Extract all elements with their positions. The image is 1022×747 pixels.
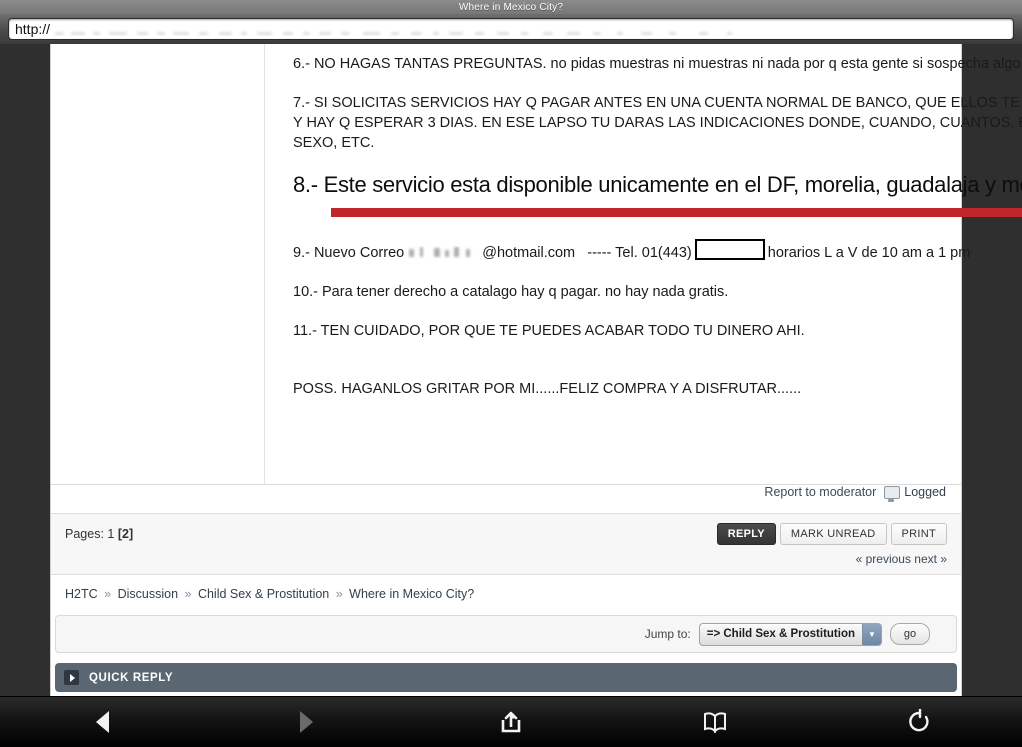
back-arrow-icon (95, 711, 109, 733)
contact-suffix: horarios L a V de 10 am a 1 pm (767, 245, 971, 261)
post-contact-line: 9.- Nuevo Correo @hotmail.com ----- Tel.… (293, 239, 1022, 263)
share-icon (501, 711, 521, 733)
poster-info-column (51, 44, 265, 484)
expand-triangle-icon[interactable] (64, 670, 79, 685)
print-button[interactable]: PRINT (890, 523, 947, 545)
previous-next-links[interactable]: « previous next » (856, 552, 947, 566)
reply-button[interactable]: REPLY (716, 523, 776, 545)
browser-title-bar: Where in Mexico City? (0, 0, 1022, 14)
bookmarks-button[interactable] (613, 697, 817, 747)
post-paragraph: 6.- NO HAGAS TANTAS PREGUNTAS. no pidas … (293, 56, 1022, 72)
post-closing-line: POSS. HAGANLOS GRITAR POR MI......FELIZ … (293, 381, 802, 397)
page-title: Where in Mexico City? (458, 1, 564, 13)
breadcrumb-item-home[interactable]: H2TC (65, 587, 98, 601)
chevron-down-icon[interactable]: ▼ (862, 623, 881, 645)
jump-to-select[interactable]: => Child Sex & Prostitution ▼ (698, 622, 882, 646)
logged-label: Logged (904, 485, 946, 499)
jump-to-label: Jump to: (644, 627, 691, 641)
pages-text: Pages: 1 (65, 527, 118, 541)
pages-label: Pages: 1 [2] (65, 523, 133, 541)
redacted-email-region (408, 246, 482, 259)
breadcrumb: H2TC » Discussion » Child Sex & Prostitu… (51, 575, 961, 615)
breadcrumb-separator: » (104, 587, 112, 601)
contact-prefix: 9.- Nuevo Correo (293, 245, 405, 261)
post-footer-row: Report to moderator Logged (51, 485, 961, 513)
forward-arrow-icon (300, 711, 314, 733)
browser-bottom-toolbar (0, 696, 1022, 747)
breadcrumb-separator: » (184, 587, 192, 601)
reload-button[interactable] (818, 697, 1022, 747)
jump-to-selected-value: => Child Sex & Prostitution (706, 628, 855, 640)
share-button[interactable] (409, 697, 613, 747)
monitor-icon (884, 485, 901, 502)
forum-page: 6.- NO HAGAS TANTAS PREGUNTAS. no pidas … (50, 44, 1022, 696)
breadcrumb-item-current: Where in Mexico City? (349, 587, 475, 601)
mark-unread-button[interactable]: MARK UNREAD (779, 523, 887, 545)
phone-prefix: Tel. 01(443) (615, 245, 692, 261)
browser-url-bar: http:// (0, 14, 1022, 44)
url-input[interactable]: http:// (8, 18, 1014, 40)
breadcrumb-item-board[interactable]: Child Sex & Prostitution (198, 587, 329, 601)
email-domain: @hotmail.com (482, 245, 576, 261)
report-to-moderator-link[interactable]: Report to moderator (764, 485, 876, 499)
separator-dashes: ----- (587, 245, 612, 261)
post-actions-column: REPLY MARK UNREAD PRINT « previous next … (716, 523, 947, 566)
back-button[interactable] (0, 697, 204, 747)
forum-post: 6.- NO HAGAS TANTAS PREGUNTAS. no pidas … (51, 44, 1022, 485)
pages-current[interactable]: [2] (118, 527, 133, 541)
post-action-buttons: REPLY MARK UNREAD PRINT (716, 523, 947, 545)
logged-indicator: Logged (884, 485, 946, 502)
page-viewport[interactable]: 6.- NO HAGAS TANTAS PREGUNTAS. no pidas … (0, 44, 1022, 696)
pagination-row: Pages: 1 [2] REPLY MARK UNREAD PRINT « p… (51, 513, 961, 575)
quick-reply-bar[interactable]: QUICK REPLY (55, 663, 957, 692)
forward-button[interactable] (204, 697, 408, 747)
bookmarks-icon (704, 712, 727, 733)
quick-reply-label: QUICK REPLY (89, 671, 174, 684)
go-button[interactable]: go (890, 623, 930, 645)
post-message-body: 6.- NO HAGAS TANTAS PREGUNTAS. no pidas … (265, 44, 1022, 484)
post-paragraph: 11.- TEN CUIDADO, POR QUE TE PUEDES ACAB… (293, 323, 805, 339)
red-underline-bar (331, 208, 1022, 217)
breadcrumb-separator: » (335, 587, 343, 601)
breadcrumb-item-discussion[interactable]: Discussion (118, 587, 178, 601)
redacted-phone-box (694, 239, 765, 260)
url-prefix-text: http:// (15, 21, 51, 37)
post-paragraph: 7.- SI SOLICITAS SERVICIOS HAY Q PAGAR A… (293, 95, 1022, 151)
reload-icon (909, 709, 929, 732)
post-paragraph: 10.- Para tener derecho a catalago hay q… (293, 284, 729, 300)
jump-to-panel: Jump to: => Child Sex & Prostitution ▼ g… (55, 615, 957, 653)
post-highlight-line: 8.- Este servicio esta disponible unicam… (293, 172, 1022, 197)
url-redacted-region (51, 22, 1007, 36)
